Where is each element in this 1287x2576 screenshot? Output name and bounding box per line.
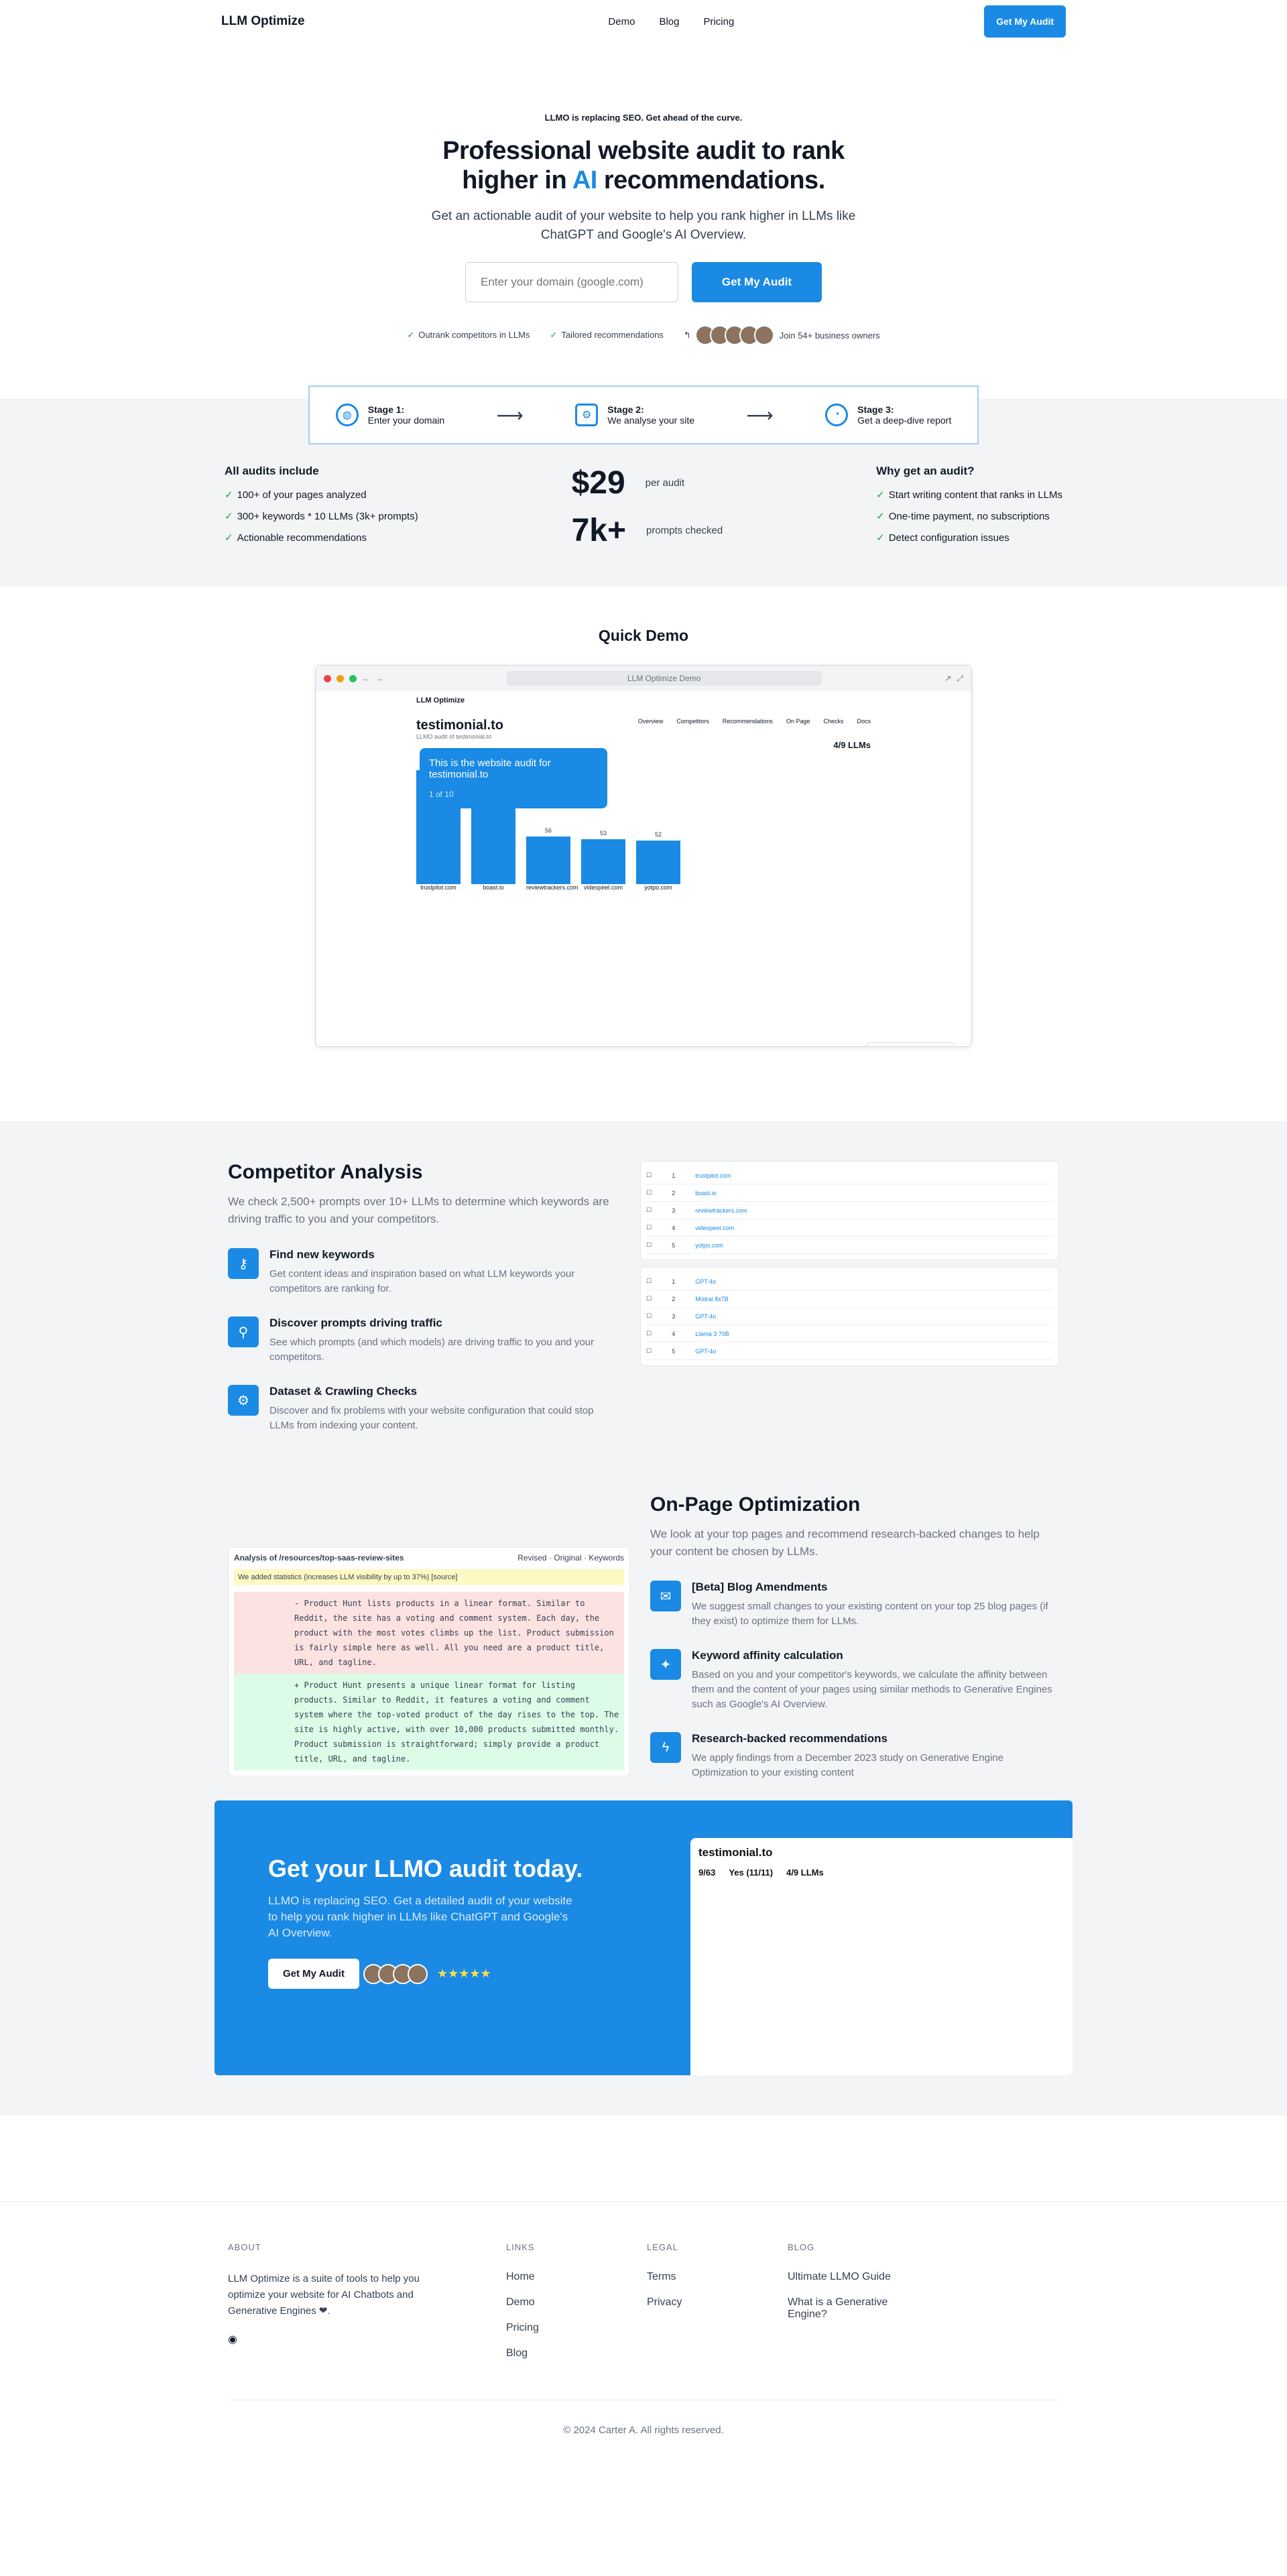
stages-section: ◍ Stage 1: Enter your domain ⟶ ⚙ Stage 2: We…: [0, 385, 1287, 587]
nav-cta-button[interactable]: Get My Audit: [984, 5, 1066, 38]
demo-browser[interactable]: ← → LLM Optimize Demo ↗ ⤢ LLM Optimize testi…: [315, 665, 972, 1047]
demo-title: Quick Demo: [598, 627, 689, 644]
sparkle-icon: ✦: [650, 1649, 681, 1680]
domain-input[interactable]: [465, 262, 678, 302]
prompts-count: 7k+: [571, 513, 626, 548]
perk: ✓ Tailored recommendations: [550, 330, 664, 340]
stage-3: ◔ Stage 3: Get a deep-dive report: [825, 404, 951, 426]
bar-label: reviewtrackers.com: [526, 884, 578, 891]
table-row[interactable]: ☐ 2 Mistral 8x7B: [646, 1290, 1053, 1308]
hero-subtitle: Get an actionable audit of your website …: [431, 209, 856, 242]
arrow-icon: ⟶: [746, 404, 774, 426]
bar-label: boast.io: [483, 884, 504, 891]
competitor-section: Competitor Analysis We check 2,500+ prom…: [0, 1121, 1287, 2115]
perk: ✓ Outrank competitors in LLMs: [407, 330, 530, 340]
table-row[interactable]: ☐ 2 boast.io: [646, 1184, 1053, 1202]
table-row[interactable]: ☐ 4 videopeel.com: [646, 1219, 1053, 1237]
table-row[interactable]: ☐ 5 GPT-4o: [646, 1343, 1053, 1360]
forward-icon: →: [375, 674, 383, 683]
arrow-icon: ↰: [683, 330, 691, 340]
check-icon: ✓: [550, 330, 558, 340]
cta-mockup: testimonial.to 9/63 Yes (11/11) 4/9 LLMs: [690, 1838, 1072, 2075]
cta-button[interactable]: Get My Audit: [268, 1959, 359, 1989]
hero: LLMO is replacing SEO. Get ahead of the …: [0, 43, 1287, 345]
table-row[interactable]: ☐ 3 GPT-4o: [646, 1308, 1053, 1325]
robot-icon: ⚙: [575, 404, 599, 426]
table-row[interactable]: ☐ 1 GPT-4o: [646, 1273, 1053, 1290]
bar: 52: [636, 831, 680, 884]
bar: 56: [526, 827, 570, 884]
bar: 53: [581, 830, 625, 884]
pie-chart-icon: ◔: [825, 404, 849, 426]
diff-card: Analysis of /resources/top-saas-review-s…: [228, 1547, 630, 1776]
external-icon: ↗: [944, 674, 952, 683]
table-row[interactable]: ☐ 5 yotpo.com: [646, 1237, 1053, 1254]
nav-blog[interactable]: Blog: [659, 16, 679, 27]
social-proof: ↰ Join 54+ business owners: [684, 325, 880, 345]
key-icon: ⚷: [228, 1248, 259, 1279]
hero-title: Professional website audit to rank higher…: [442, 137, 845, 194]
star-rating: ★★★★★: [436, 1967, 491, 1980]
settings-icon: ⚙: [228, 1385, 259, 1416]
footer: ABOUT LLM Optimize is a suite of tools to…: [0, 2201, 1287, 2463]
bolt-icon: ϟ: [650, 1732, 681, 1763]
logo[interactable]: LLM Optimize: [221, 14, 305, 29]
check-icon: ✓: [407, 330, 415, 340]
get-audit-button[interactable]: Get My Audit: [692, 262, 822, 302]
demo-tooltip[interactable]: This is the website audit for testimonia…: [420, 748, 607, 808]
why-list: Why get an audit? ✓ Start writing content…: [876, 465, 1062, 544]
stage-1: ◍ Stage 1: Enter your domain: [335, 404, 444, 426]
demo-section: Quick Demo ← → LLM Optimize Demo ↗ ⤢ LLM Opt…: [0, 587, 1287, 1121]
prompts-table: ☐ 1 GPT-4o ☐ 2 Mistral 8x7B ☐ 3 GPT-4o ☐ 4 Llama 3 …: [640, 1267, 1059, 1366]
hero-kicker: LLMO is replacing SEO. Get ahead of the …: [544, 113, 743, 123]
prompt-icon: ⚲: [228, 1316, 259, 1347]
fullscreen-icon: ⤢: [957, 673, 963, 683]
table-row[interactable]: ☐ 3 reviewtrackers.com: [646, 1202, 1053, 1219]
price: $29: [571, 465, 625, 501]
arrow-icon: ⟶: [496, 404, 524, 426]
globe-icon: ◍: [335, 404, 359, 426]
includes-list: All audits include ✓ 100+ of your pages a…: [225, 465, 418, 544]
avatar: [753, 325, 774, 345]
stage-2: ⚙ Stage 2: We analyse your site: [575, 404, 694, 426]
nav-pricing[interactable]: Pricing: [703, 16, 734, 27]
bar-label: yotpo.com: [644, 884, 672, 891]
competitors-table: ☐ 1 trustpilot.com ☐ 2 boast.io ☐ 3 reviewtracke…: [640, 1161, 1059, 1260]
nav-demo[interactable]: Demo: [608, 16, 635, 27]
github-icon: ◉: [228, 2334, 237, 2345]
message-icon: ✉: [650, 1581, 681, 1611]
supademo-badge: Created with Supademo: [863, 1042, 958, 1046]
back-icon: ←: [362, 674, 370, 683]
bar-label: videopeel.com: [583, 884, 623, 891]
cta-banner: Get your LLMO audit today. LLMO is repla…: [214, 1800, 1072, 2075]
pricing: $29 per audit 7k+ prompts checked: [571, 465, 723, 548]
bar-label: trustpilot.com: [420, 884, 456, 891]
table-row[interactable]: ☐ 1 trustpilot.com: [646, 1167, 1053, 1184]
table-row[interactable]: ☐ 4 Llama 3 70B: [646, 1325, 1053, 1343]
navbar: LLM Optimize Demo Blog Pricing Get My Au…: [0, 0, 1287, 43]
